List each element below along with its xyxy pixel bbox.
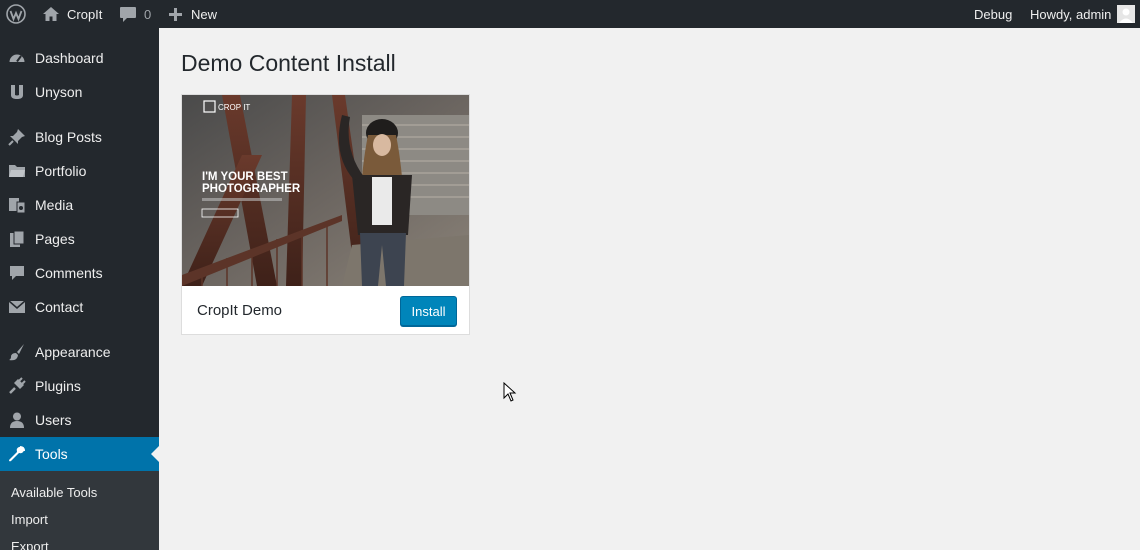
sidebar-item-appearance[interactable]: Appearance [0,335,159,369]
submenu-item-available-tools[interactable]: Available Tools [11,485,97,500]
mouse-cursor-icon [503,381,517,407]
sidebar-item-label: Plugins [35,378,81,394]
demo-thumbnail-image: CROP IT I'M YOUR BEST PHOTOGRAPHER [182,95,469,286]
unyson-icon [8,83,26,101]
sidebar-item-label: Contact [35,299,84,315]
sidebar-item-label: Blog Posts [35,129,102,145]
sidebar-item-label: Pages [35,231,75,247]
sidebar-item-label: Tools [35,446,68,462]
site-name: CropIt [67,6,103,22]
dashboard-icon [8,49,26,67]
sidebar-item-pages[interactable]: Pages [0,222,159,256]
pin-icon [8,128,26,146]
admin-sidebar: Dashboard Unyson Blog Posts Portfolio Me… [0,28,159,550]
sidebar-item-portfolio[interactable]: Portfolio [0,154,159,188]
admin-bar: CropIt 0 New Debug Howdy, admin [0,0,1140,28]
tools-submenu: Available Tools Import Export [0,471,159,550]
comments-count: 0 [144,6,152,22]
site-name-link[interactable]: CropIt [42,0,102,28]
plus-icon [168,7,183,22]
new-content-link[interactable]: New [168,0,217,28]
thumb-logo-text: CROP IT [218,103,250,112]
sidebar-item-media[interactable]: Media [0,188,159,222]
debug-label: Debug [974,6,1013,22]
sidebar-item-users[interactable]: Users [0,403,159,437]
brush-icon [8,343,26,361]
sidebar-item-plugins[interactable]: Plugins [0,369,159,403]
sidebar-item-label: Unyson [35,84,83,100]
mail-icon [8,298,26,316]
thumb-headline-1: I'M YOUR BEST [202,171,288,183]
comment-icon [8,264,26,282]
media-icon [8,196,26,214]
sidebar-item-unyson[interactable]: Unyson [0,75,159,109]
thumb-headline-2: PHOTOGRAPHER [202,183,301,195]
plugin-icon [8,377,26,395]
comments-link[interactable]: 0 [119,0,151,28]
sidebar-item-contact[interactable]: Contact [0,290,159,324]
page-title: Demo Content Install [181,50,396,76]
sidebar-item-comments[interactable]: Comments [0,256,159,290]
sidebar-item-label: Dashboard [35,50,104,66]
sidebar-item-dashboard[interactable]: Dashboard [0,41,159,75]
install-button[interactable]: Install [400,296,457,326]
pages-icon [8,230,26,248]
sidebar-item-label: Comments [35,265,103,281]
greeting: Howdy, admin [1030,6,1112,22]
demo-thumbnail[interactable]: CROP IT I'M YOUR BEST PHOTOGRAPHER [182,95,469,286]
sidebar-item-blog-posts[interactable]: Blog Posts [0,120,159,154]
my-account-link[interactable]: Howdy, admin [1030,0,1136,28]
comment-bubble-icon [119,6,137,23]
submenu-item-import[interactable]: Import [11,512,48,527]
demo-card: CROP IT I'M YOUR BEST PHOTOGRAPHER CropI… [181,94,470,335]
avatar [1117,5,1136,23]
home-icon [42,6,60,22]
sidebar-item-tools[interactable]: Tools [0,437,159,471]
user-icon [8,411,26,429]
wordpress-logo-icon[interactable] [6,0,26,28]
sidebar-item-label: Portfolio [35,163,87,179]
submenu-item-export[interactable]: Export [11,539,49,550]
sidebar-item-label: Users [35,412,72,428]
sidebar-item-label: Appearance [35,344,111,360]
new-label: New [191,6,218,22]
sidebar-item-label: Media [35,197,74,213]
demo-name: CropIt Demo [197,302,283,319]
wrench-icon [8,445,26,463]
folder-icon [8,162,26,180]
debug-link[interactable]: Debug [974,0,1012,28]
